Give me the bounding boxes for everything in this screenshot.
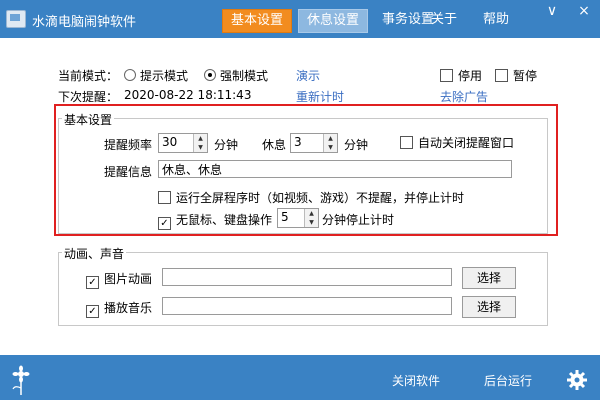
- info-label: 提醒信息: [104, 165, 153, 179]
- tab-about[interactable]: 关于: [424, 9, 464, 31]
- idle-stepper[interactable]: 5 ▲ ▼: [277, 208, 319, 228]
- radio-hint-mode[interactable]: [124, 69, 136, 81]
- app-title: 水滴电脑闹钟软件: [32, 15, 137, 30]
- mode-label: 当前模式：: [58, 69, 119, 83]
- choose-image-button[interactable]: 选择: [462, 267, 516, 289]
- tab-basic-settings[interactable]: 基本设置: [222, 9, 292, 33]
- choose-music-button[interactable]: 选择: [462, 296, 516, 318]
- frequency-label: 提醒频率: [104, 138, 153, 152]
- auto-close-checkbox[interactable]: 自动关闭提醒窗口: [400, 134, 514, 151]
- music-path-input[interactable]: [162, 297, 452, 315]
- close-app-button[interactable]: 关闭软件: [392, 372, 440, 389]
- spin-arrows-icon[interactable]: ▲ ▼: [323, 134, 337, 152]
- tab-rest-settings[interactable]: 休息设置: [298, 9, 368, 33]
- idle-suffix: 分钟停止计时: [322, 213, 395, 227]
- checkmark-icon[interactable]: ✓: [86, 276, 99, 289]
- next-reminder-label: 下次提醒：: [58, 90, 119, 104]
- next-reminder-time: 2020-08-22 18:11:43: [124, 88, 252, 102]
- rest-stepper[interactable]: 3 ▲ ▼: [290, 133, 338, 153]
- frequency-unit: 分钟: [214, 138, 239, 152]
- demo-link[interactable]: 演示: [296, 67, 320, 84]
- stop-checkbox[interactable]: 停用: [440, 67, 482, 84]
- spin-arrows-icon[interactable]: ▲ ▼: [304, 209, 318, 227]
- radio-force-mode[interactable]: [204, 69, 216, 81]
- info-input[interactable]: 休息、休息: [158, 160, 512, 178]
- idle-checkbox[interactable]: ✓ 无鼠标、键盘操作: [158, 211, 272, 230]
- frequency-stepper[interactable]: 30 ▲ ▼: [158, 133, 208, 153]
- mode-option-hint[interactable]: 提示模式: [124, 67, 188, 84]
- rest-unit: 分钟: [344, 138, 369, 152]
- minimize-button[interactable]: ∨: [544, 3, 560, 19]
- media-group-title: 动画、声音: [62, 245, 127, 262]
- footer-bar: 关闭软件 后台运行: [0, 355, 600, 400]
- app-window: 水滴电脑闹钟软件 基本设置 休息设置 事务设置 关于 帮助 ∨ × 当前模式： …: [0, 0, 600, 400]
- gear-icon[interactable]: [566, 369, 588, 391]
- title-bar: 水滴电脑闹钟软件 基本设置 休息设置 事务设置 关于 帮助 ∨ ×: [0, 0, 600, 38]
- flower-icon: [12, 365, 30, 395]
- close-button[interactable]: ×: [576, 3, 592, 19]
- pause-checkbox[interactable]: 暂停: [495, 67, 537, 84]
- app-icon: [6, 10, 26, 28]
- image-animation-checkbox[interactable]: ✓ 图片动画: [86, 270, 152, 289]
- rest-label: 休息: [262, 138, 287, 152]
- fullscreen-checkbox[interactable]: 运行全屏程序时（如视频、游戏）不提醒，并停止计时: [158, 189, 464, 206]
- remove-ad-link[interactable]: 去除广告: [440, 88, 488, 105]
- run-background-button[interactable]: 后台运行: [484, 372, 532, 389]
- image-path-input[interactable]: [162, 268, 452, 286]
- mode-option-force[interactable]: 强制模式: [204, 67, 268, 84]
- reset-timer-link[interactable]: 重新计时: [296, 88, 344, 105]
- checkmark-icon[interactable]: ✓: [86, 305, 99, 318]
- play-music-checkbox[interactable]: ✓ 播放音乐: [86, 299, 152, 318]
- checkmark-icon[interactable]: ✓: [158, 217, 171, 230]
- tab-help[interactable]: 帮助: [476, 9, 516, 31]
- spin-arrows-icon[interactable]: ▲ ▼: [193, 134, 207, 152]
